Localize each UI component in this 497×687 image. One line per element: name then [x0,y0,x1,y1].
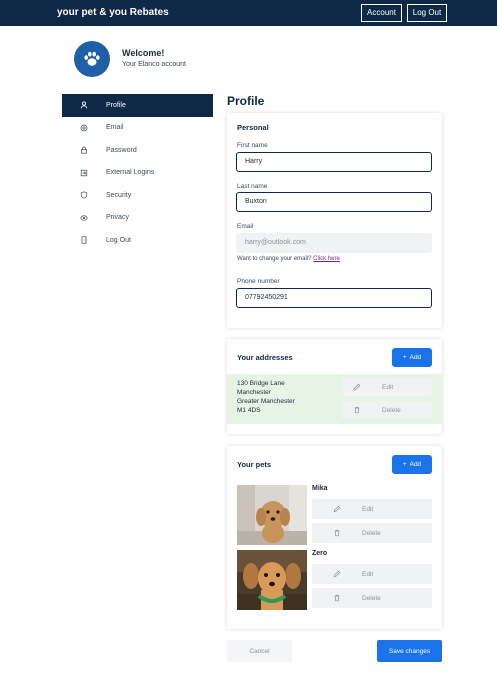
last-name-field[interactable]: Buxton [236,192,432,212]
user-icon [80,101,88,109]
edit-label: Edit [362,570,374,578]
pet-photo [237,485,307,545]
plus-icon: + [402,461,407,468]
sidebar-item-external-logins[interactable]: External Logins [62,162,213,185]
delete-pet-button[interactable]: Delete [312,588,432,608]
pencil-icon [353,383,361,391]
sidebar-item-label: Profile [106,101,126,109]
pets-card: Your pets + Add Mika Edit Delete Zero Ed… [227,446,442,629]
sidebar-nav: Profile Email Password External Logins S… [62,94,213,252]
email-change-hint: Want to change your email? Click here [237,256,340,262]
delete-pet-button[interactable]: Delete [312,523,432,543]
add-address-button[interactable]: + Add [392,348,432,367]
personal-section-title: Personal [237,123,269,132]
phone-label: Phone number [237,278,280,285]
email-label: Email [237,223,254,230]
sidebar-item-label: Password [106,146,137,154]
sidebar-item-label: Privacy [106,214,129,222]
address-line: M1 4DS [237,407,261,414]
delete-label: Delete [362,594,381,602]
sidebar-item-profile[interactable]: Profile [62,94,213,117]
pencil-icon [333,505,341,513]
eye-icon [80,215,88,221]
address-item: 130 Bridge Lane Manchester Greater Manch… [227,374,442,424]
save-changes-button[interactable]: Save changes [377,640,442,662]
top-nav-bar: your pet & you Rebates Account Log Out [0,0,497,26]
delete-label: Delete [362,529,381,537]
page-title: Profile [227,94,265,108]
sidebar-item-label: Security [106,191,132,199]
address-line: Manchester [237,389,271,396]
addresses-card: Your addresses + Add 130 Bridge Lane Man… [227,339,442,434]
edit-pet-button[interactable]: Edit [312,564,432,584]
welcome-subtitle: Your Elanco account [122,61,186,68]
sidebar-item-label: Log Out [106,236,131,244]
dog-photo-zero [237,550,307,610]
trash-icon [334,529,340,537]
pets-section-title: Your pets [237,460,272,469]
trash-icon [354,406,360,414]
sidebar-item-privacy[interactable]: Privacy [62,207,213,230]
address-line: 130 Bridge Lane [237,380,285,387]
first-name-label: First name [237,142,268,149]
dog-photo-mika [237,485,307,545]
last-name-label: Last name [237,183,268,190]
pet-name: Mika [312,485,328,492]
edit-label: Edit [362,505,374,513]
click-here-link[interactable]: Click here [313,256,340,262]
door-icon [81,236,87,244]
sidebar-item-email[interactable]: Email [62,117,213,140]
paw-icon [84,51,100,66]
delete-label: Delete [382,406,401,414]
cancel-button[interactable]: Cancel [227,640,292,662]
pet-photo [237,550,307,610]
brand-logo-text[interactable]: your pet & you Rebates [57,7,169,18]
logout-header-button[interactable]: Log Out [407,4,447,22]
add-pet-label: Add [409,461,422,468]
email-field: harry@outlook.com [236,233,432,253]
edit-pet-button[interactable]: Edit [312,499,432,519]
sidebar-item-password[interactable]: Password [62,139,213,162]
add-address-label: Add [409,354,422,361]
sidebar-item-label: External Logins [106,169,155,177]
account-button[interactable]: Account [361,4,402,22]
shield-icon [80,191,88,199]
address-text: 130 Bridge Lane Manchester Greater Manch… [237,379,295,415]
sidebar-item-logout[interactable]: Log Out [62,229,213,252]
at-icon [80,124,88,132]
first-name-field[interactable]: Harry [236,152,432,172]
sidebar-item-label: Email [106,124,124,132]
address-line: Greater Manchester [237,398,295,405]
addresses-section-title: Your addresses [237,353,293,362]
edit-label: Edit [382,383,394,391]
phone-field[interactable]: 07792450291 [236,288,432,308]
sidebar-item-security[interactable]: Security [62,184,213,207]
pencil-icon [333,570,341,578]
avatar [74,41,110,77]
plus-icon: + [402,354,407,361]
delete-address-button[interactable]: Delete [342,401,432,419]
personal-card: Personal First name Harry Last name Buxt… [227,113,442,328]
login-icon [80,169,88,176]
add-pet-button[interactable]: + Add [392,455,432,474]
edit-address-button[interactable]: Edit [342,378,432,396]
email-hint-text: Want to change your email? [237,256,312,262]
welcome-title: Welcome! [122,48,165,58]
pet-name: Zero [312,550,328,557]
lock-icon [81,146,87,154]
trash-icon [334,594,340,602]
